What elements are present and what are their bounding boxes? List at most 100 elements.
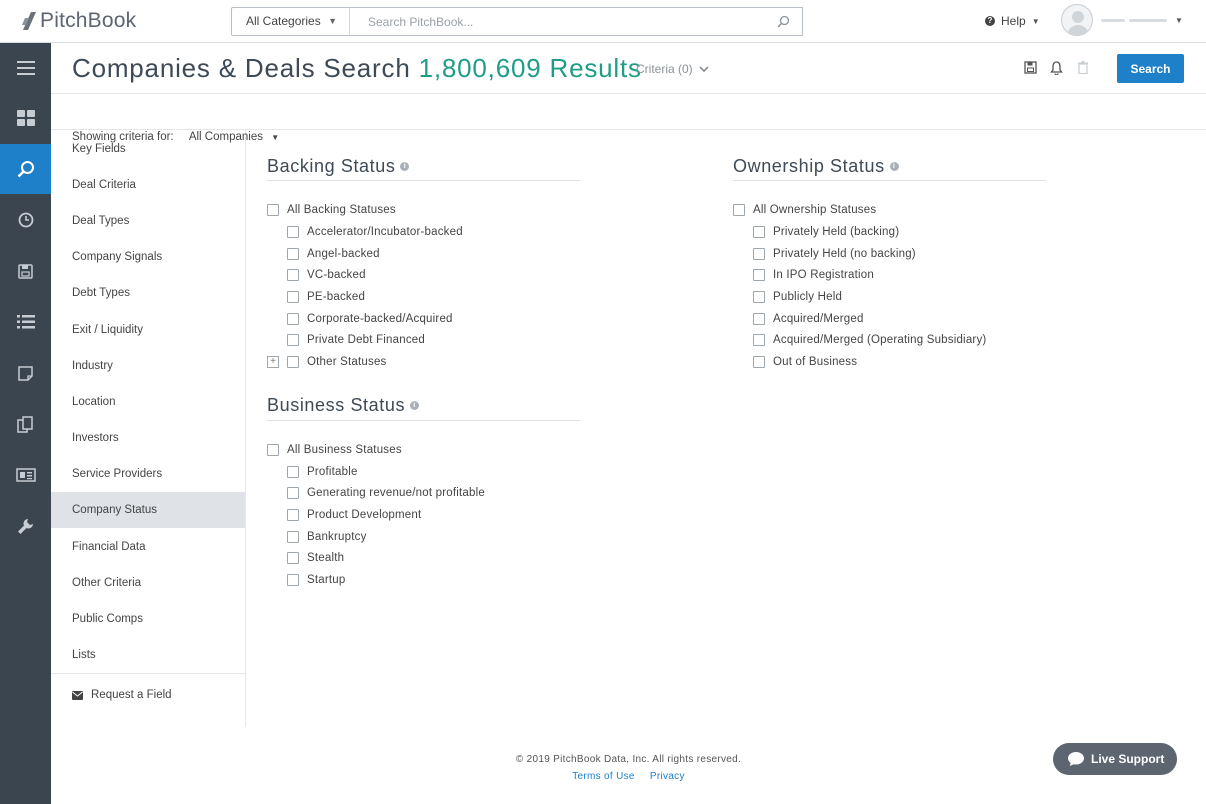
user-menu[interactable]: ▼ <box>1061 4 1183 36</box>
crit-item-company-signals[interactable]: Company Signals <box>51 239 245 275</box>
checkbox-label: VC-backed <box>307 269 366 281</box>
checkbox[interactable] <box>287 226 299 238</box>
clock-icon[interactable] <box>0 195 51 245</box>
crit-item-service-providers[interactable]: Service Providers <box>51 456 245 492</box>
criteria-dropdown[interactable]: Criteria (0) <box>636 62 709 76</box>
expand-plus-icon[interactable]: + <box>267 356 279 368</box>
checkbox-business-option[interactable]: Stealth <box>287 552 344 564</box>
crit-item-investors[interactable]: Investors <box>51 420 245 456</box>
checkbox[interactable] <box>287 552 299 564</box>
checkbox-ownership-option[interactable]: Acquired/Merged (Operating Subsidiary) <box>753 334 986 346</box>
checkbox-business-option[interactable]: Bankruptcy <box>287 531 367 543</box>
checkbox[interactable] <box>267 204 279 216</box>
checkbox[interactable] <box>753 313 765 325</box>
live-support-button[interactable]: Live Support <box>1053 743 1177 775</box>
news-icon[interactable] <box>0 450 51 500</box>
checkbox-business-option[interactable]: Generating revenue/not profitable <box>287 487 485 499</box>
help-menu[interactable]: ? Help ▼ <box>985 14 1040 28</box>
checkbox[interactable] <box>753 291 765 303</box>
category-select[interactable]: All Categories ▼ <box>231 7 350 36</box>
bell-icon[interactable] <box>1050 61 1063 75</box>
crit-item-lists[interactable]: Lists <box>51 637 245 673</box>
checkbox[interactable] <box>287 313 299 325</box>
checkbox-business-option[interactable]: Profitable <box>287 466 358 478</box>
checkbox-all-business[interactable]: All Business Statuses <box>267 444 402 456</box>
checkbox-all-ownership[interactable]: All Ownership Statuses <box>733 204 876 216</box>
checkbox-business-option[interactable]: Startup <box>287 574 345 586</box>
checkbox[interactable] <box>287 487 299 499</box>
privacy-link[interactable]: Privacy <box>650 771 685 782</box>
checkbox[interactable] <box>753 334 765 346</box>
checkbox-ownership-option[interactable]: Acquired/Merged <box>753 313 864 325</box>
global-search-input[interactable] <box>350 8 802 35</box>
page-title-text: Companies & Deals Search <box>72 53 411 83</box>
documents-icon[interactable] <box>0 399 51 449</box>
checkbox[interactable] <box>753 269 765 281</box>
backing-status-title: Backing Status i <box>267 156 410 177</box>
checkbox-all-backing[interactable]: All Backing Statuses <box>267 204 396 216</box>
checkbox-label: In IPO Registration <box>773 269 874 281</box>
search-icon[interactable] <box>777 15 790 28</box>
checkbox-business-option[interactable]: Product Development <box>287 509 421 521</box>
dashboard-icon[interactable] <box>0 93 51 143</box>
checkbox-ownership-option[interactable]: Privately Held (backing) <box>753 226 899 238</box>
subheader-bar <box>51 94 1206 130</box>
checkbox-backing-option[interactable]: Angel-backed <box>287 248 380 260</box>
info-icon[interactable]: i <box>889 162 899 171</box>
checkbox-ownership-option[interactable]: In IPO Registration <box>753 269 874 281</box>
crit-item-deal-criteria[interactable]: Deal Criteria <box>51 167 245 203</box>
crit-item-deal-types[interactable]: Deal Types <box>51 203 245 239</box>
checkbox-label: Privately Held (no backing) <box>773 248 916 260</box>
checkbox[interactable] <box>753 248 765 260</box>
crit-item-public-comps[interactable]: Public Comps <box>51 601 245 637</box>
crit-item-industry[interactable]: Industry <box>51 348 245 384</box>
search-icon[interactable] <box>0 144 51 194</box>
request-field-link[interactable]: Request a Field <box>72 689 172 701</box>
info-icon[interactable]: i <box>410 401 420 410</box>
crit-item-key-fields[interactable]: Key Fields <box>51 142 245 160</box>
checkbox-backing-option[interactable]: Accelerator/Incubator-backed <box>287 226 463 238</box>
list-icon[interactable] <box>0 297 51 347</box>
checkbox-backing-option[interactable]: VC-backed <box>287 269 366 281</box>
checkbox-backing-option[interactable]: PE-backed <box>287 291 365 303</box>
checkbox-backing-option[interactable]: Private Debt Financed <box>287 334 425 346</box>
crit-item-financial-data[interactable]: Financial Data <box>51 529 245 565</box>
checkbox-ownership-option[interactable]: Publicly Held <box>753 291 842 303</box>
checkbox[interactable] <box>287 574 299 586</box>
crit-item-company-status[interactable]: Company Status <box>51 492 245 528</box>
search-button[interactable]: Search <box>1117 54 1184 83</box>
crit-item-other-criteria[interactable]: Other Criteria <box>51 565 245 601</box>
divider <box>51 673 245 674</box>
checkbox-backing-option[interactable]: Corporate-backed/Acquired <box>287 313 453 325</box>
save-icon[interactable] <box>0 246 51 296</box>
chevron-down-icon[interactable]: ▼ <box>271 133 279 142</box>
crit-item-location[interactable]: Location <box>51 384 245 420</box>
save-icon[interactable] <box>1024 61 1037 74</box>
page-title: Companies & Deals Search 1,800,609 Resul… <box>72 53 642 84</box>
crit-item-exit-liquidity[interactable]: Exit / Liquidity <box>51 312 245 348</box>
checkbox[interactable] <box>287 466 299 478</box>
checkbox[interactable] <box>267 444 279 456</box>
checkbox-ownership-option[interactable]: Out of Business <box>753 356 857 368</box>
checkbox[interactable] <box>287 356 299 368</box>
info-icon[interactable]: i <box>400 162 410 171</box>
checkbox[interactable] <box>753 226 765 238</box>
note-icon[interactable] <box>0 348 51 398</box>
checkbox-ownership-option[interactable]: Privately Held (no backing) <box>753 248 916 260</box>
checkbox-backing-option[interactable]: Other Statuses <box>287 356 387 368</box>
terms-link[interactable]: Terms of Use <box>572 771 635 782</box>
wrench-icon[interactable] <box>0 501 51 551</box>
crit-item-debt-types[interactable]: Debt Types <box>51 275 245 311</box>
checkbox[interactable] <box>287 509 299 521</box>
menu-icon[interactable] <box>0 43 51 93</box>
checkbox[interactable] <box>733 204 745 216</box>
checkbox[interactable] <box>287 291 299 303</box>
checkbox[interactable] <box>287 334 299 346</box>
checkbox[interactable] <box>753 356 765 368</box>
help-label: Help <box>1001 14 1026 28</box>
pitchbook-logo[interactable]: PitchBook <box>22 9 136 33</box>
checkbox[interactable] <box>287 531 299 543</box>
checkbox[interactable] <box>287 269 299 281</box>
trash-icon[interactable] <box>1077 61 1089 74</box>
checkbox[interactable] <box>287 248 299 260</box>
